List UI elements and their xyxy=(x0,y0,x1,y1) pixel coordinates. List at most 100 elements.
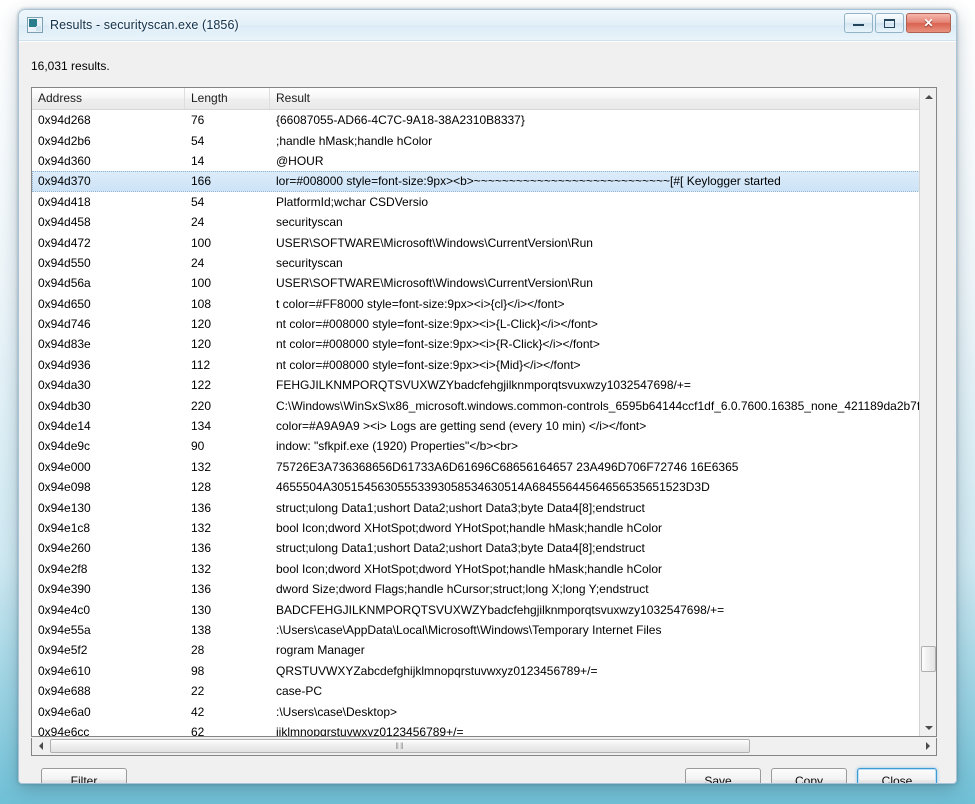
cell-result: nt color=#008000 style=font-size:9px><i>… xyxy=(276,357,581,372)
scroll-left-button[interactable] xyxy=(32,738,49,754)
table-row[interactable]: 0x94d936 112 nt color=#008000 style=font-s… xyxy=(32,355,936,375)
cell-address: 0x94d83e xyxy=(38,337,91,352)
cell-result: bool Icon;dword XHotSpot;dword YHotSpot;… xyxy=(276,561,663,576)
table-row[interactable]: 0x94e098 128 4655504A305154563055533930585… xyxy=(32,477,936,497)
cell-result: USER\SOFTWARE\Microsoft\Windows\CurrentV… xyxy=(276,235,593,250)
scroll-up-button[interactable] xyxy=(920,88,936,105)
cell-result: color=#A9A9A9 ><i> Logs are getting send… xyxy=(276,419,647,434)
vertical-scrollbar-thumb[interactable] xyxy=(921,646,936,672)
results-window: Results - securityscan.exe (1856) ✕ 16,0… xyxy=(18,9,957,784)
copy-button[interactable]: Copy xyxy=(771,768,847,783)
cell-address: 0x94d56a xyxy=(38,276,91,291)
table-row[interactable]: 0x94d360 14 @HOUR xyxy=(32,151,936,171)
cell-address: 0x94e6cc xyxy=(38,724,90,737)
table-row[interactable]: 0x94d650 108 t color=#FF8000 style=font-si… xyxy=(32,294,936,314)
table-row[interactable]: 0x94e6cc 62 ijklmnopqrstuvwxyz0123456789+/… xyxy=(32,722,936,737)
table-row[interactable]: 0x94e55a 138:\Users\case\AppData\Local\Mi… xyxy=(32,620,936,640)
cell-result: struct;ulong Data1;ushort Data2;ushort D… xyxy=(276,541,645,556)
cell-length: 132 xyxy=(191,561,212,576)
table-row[interactable]: 0x94e5f2 28 rogram Manager xyxy=(32,640,936,660)
table-row[interactable]: 0x94e610 98 QRSTUVWXYZabcdefghijklmnopqrst… xyxy=(32,661,936,681)
cell-result: 75726E3A736368656D61733A6D61696C68656164… xyxy=(276,459,739,474)
table-row[interactable]: 0x94db30 220 C:\Windows\WinSxS\x86_microso… xyxy=(32,395,936,415)
title-bar[interactable]: Results - securityscan.exe (1856) ✕ xyxy=(19,10,956,41)
cell-result: bool Icon;dword XHotSpot;dword YHotSpot;… xyxy=(276,521,663,535)
cell-result: USER\SOFTWARE\Microsoft\Windows\CurrentV… xyxy=(276,276,593,291)
cell-address: 0x94d650 xyxy=(38,296,91,311)
cell-result: {66087055-AD66-4C7C-9A18-38A2310B8337} xyxy=(276,113,525,128)
cell-result: nt color=#008000 style=font-size:9px><i>… xyxy=(276,337,600,352)
table-row[interactable]: 0x94e390 136 dword Size;dword Flags;handle… xyxy=(32,579,936,599)
cell-address: 0x94e688 xyxy=(38,684,91,699)
table-row[interactable]: 0x94e130 136 struct;ulong Data1;ushort Dat… xyxy=(32,497,936,517)
table-row[interactable]: 0x94e1c8 132 bool Icon;dword XHotSpot;dwor… xyxy=(32,518,936,538)
close-button[interactable]: ✕ xyxy=(906,13,951,33)
results-listview[interactable]: Address Length Result 0x94d268 76 {6608705… xyxy=(31,87,937,737)
listview-header: Address Length Result xyxy=(32,88,936,110)
table-row[interactable]: 0x94d2b6 54 ;handle hMask;handle hColor xyxy=(32,130,936,150)
cell-address: 0x94d2b6 xyxy=(38,133,91,148)
scroll-right-button[interactable] xyxy=(919,738,936,754)
cell-result: :\Users\case\AppData\Local\Microsoft\Win… xyxy=(276,622,662,637)
table-row[interactable]: 0x94e260 136 struct;ulong Data1;ushort Dat… xyxy=(32,538,936,558)
cell-address: 0x94e098 xyxy=(38,480,91,495)
cell-length: 138 xyxy=(191,622,212,637)
table-row[interactable]: 0x94d268 76 {66087055-AD66-4C7C-9A18-38A23… xyxy=(32,110,936,130)
triangle-left-icon xyxy=(38,742,43,750)
cell-length: 42 xyxy=(191,704,205,719)
maximize-button[interactable] xyxy=(875,13,904,33)
cell-address: 0x94e130 xyxy=(38,500,91,515)
table-row[interactable]: 0x94e000 132 75726E3A736368656D61733A6D616… xyxy=(32,457,936,477)
minimize-button[interactable] xyxy=(844,13,873,33)
table-row[interactable]: 0x94e688 22 case-PC xyxy=(32,681,936,701)
table-row[interactable]: 0x94d472 100 USER\SOFTWARE\Microsoft\Windo… xyxy=(32,232,936,252)
cell-length: 120 xyxy=(191,337,212,352)
table-row[interactable]: 0x94de14 134 color=#A9A9A9 ><i> Logs are g… xyxy=(32,416,936,436)
cell-address: 0x94d472 xyxy=(38,235,91,250)
table-row[interactable]: 0x94d550 24 securityscan xyxy=(32,253,936,273)
cell-length: 112 xyxy=(191,357,211,372)
horizontal-scrollbar-thumb[interactable]: ‖‖ xyxy=(50,739,750,753)
cell-length: 128 xyxy=(191,480,212,495)
horizontal-scrollbar[interactable]: ‖‖ xyxy=(31,738,937,756)
table-row[interactable]: 0x94e6a0 42 :\Users\case\Desktop> xyxy=(32,701,936,721)
cell-result: :\Users\case\Desktop> xyxy=(276,704,398,719)
vertical-scrollbar[interactable] xyxy=(919,88,936,736)
cell-result: BADCFEHGJILKNMPORQTSVUXWZYbadcfehgjilknm… xyxy=(276,602,725,617)
table-row[interactable]: 0x94da30 122 FEHGJILKNMPORQTSVUXWZYbadcfeh… xyxy=(32,375,936,395)
window-client-area: 16,031 results. Address Length Result 0x… xyxy=(19,41,956,783)
table-row[interactable]: 0x94d458 24 securityscan xyxy=(32,212,936,232)
window-title: Results - securityscan.exe (1856) xyxy=(50,18,239,32)
save-button[interactable]: Save... xyxy=(685,768,761,783)
table-row[interactable]: 0x94de9c 90 indow: "sfkpif.exe (1920) Prop… xyxy=(32,436,936,456)
column-header-address[interactable]: Address xyxy=(32,88,185,109)
cell-result: PlatformId;wchar CSDVersio xyxy=(276,194,429,209)
cell-length: 108 xyxy=(191,296,212,311)
cell-address: 0x94de9c xyxy=(38,439,91,454)
cell-length: 120 xyxy=(191,317,212,332)
table-row[interactable]: 0x94d83e 120 nt color=#008000 style=font-s… xyxy=(32,334,936,354)
cell-length: 62 xyxy=(191,724,205,737)
cell-result: C:\Windows\WinSxS\x86_microsoft.windows.… xyxy=(276,398,919,413)
table-row[interactable]: 0x94e4c0 130 BADCFEHGJILKNMPORQTSVUXWZYbad… xyxy=(32,599,936,619)
cell-address: 0x94d370 xyxy=(38,174,91,189)
cell-result: securityscan xyxy=(276,215,343,230)
close-dialog-button[interactable]: Close xyxy=(857,768,937,783)
listview-rows: 0x94d268 76 {66087055-AD66-4C7C-9A18-38A23… xyxy=(32,110,936,737)
filter-button[interactable]: Filter xyxy=(41,768,127,783)
table-row[interactable]: 0x94e2f8 132 bool Icon;dword XHotSpot;dwor… xyxy=(32,559,936,579)
table-row[interactable]: 0x94d56a 100 USER\SOFTWARE\Microsoft\Windo… xyxy=(32,273,936,293)
minimize-icon xyxy=(853,21,864,26)
listview-rows-viewport: 0x94d268 76 {66087055-AD66-4C7C-9A18-38A23… xyxy=(32,110,936,737)
table-row[interactable]: 0x94d418 54 PlatformId;wchar CSDVersio xyxy=(32,192,936,212)
column-header-length[interactable]: Length xyxy=(185,88,270,109)
cell-address: 0x94e6a0 xyxy=(38,704,91,719)
scroll-down-button[interactable] xyxy=(920,719,936,736)
table-row[interactable]: 0x94d370 166 lor=#008000 style=font-size:9… xyxy=(32,171,936,192)
cell-length: 54 xyxy=(191,194,205,209)
column-header-result[interactable]: Result xyxy=(270,88,919,109)
cell-result: t color=#FF8000 style=font-size:9px><i>{… xyxy=(276,296,565,311)
triangle-up-icon xyxy=(924,94,933,99)
table-row[interactable]: 0x94d746 120 nt color=#008000 style=font-s… xyxy=(32,314,936,334)
cell-length: 14 xyxy=(191,153,205,168)
